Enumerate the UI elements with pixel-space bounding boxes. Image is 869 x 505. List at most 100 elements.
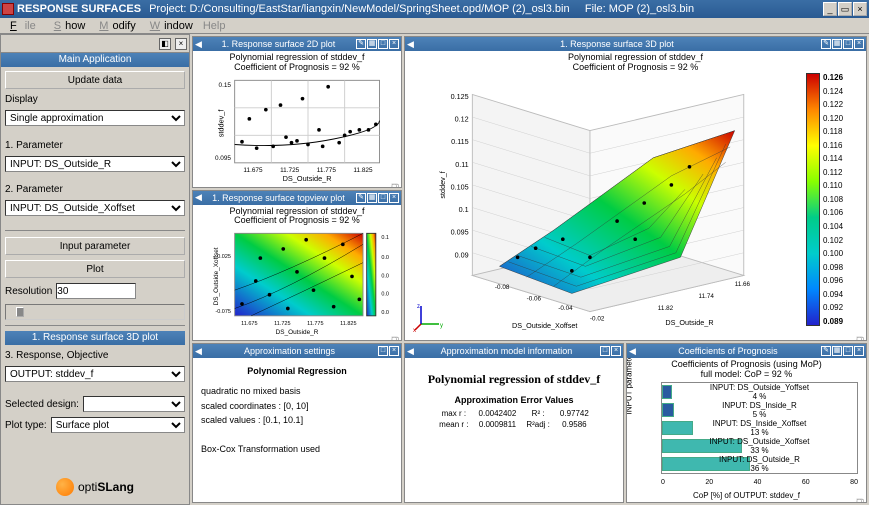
- svg-text:11.725: 11.725: [274, 321, 290, 327]
- pane-save-icon[interactable]: ▦: [832, 39, 842, 49]
- resolution-slider[interactable]: [5, 304, 185, 320]
- pane-max-icon[interactable]: □: [378, 193, 388, 203]
- title-text: Project: D:/Consulting/EastStar/liangxin…: [149, 3, 823, 15]
- pane-save-icon[interactable]: ▦: [832, 346, 842, 356]
- colorbar-tick: 0.124: [823, 87, 860, 96]
- pane-tool-icon[interactable]: ✎: [356, 39, 366, 49]
- colorbar-tick: 0.114: [823, 154, 860, 163]
- svg-text:11.775: 11.775: [317, 167, 337, 174]
- svg-text:-0.075: -0.075: [215, 309, 231, 315]
- coefficients-of-prognosis-pane: ◀Coefficients of Prognosis ✎▦□× Coeffici…: [626, 343, 867, 503]
- svg-text:DS_Outside_R: DS_Outside_R: [665, 318, 713, 327]
- menu-window[interactable]: Window: [142, 20, 197, 32]
- colorbar-tick: 0.120: [823, 114, 860, 123]
- pane-tool-icon[interactable]: ✎: [821, 39, 831, 49]
- param1-select[interactable]: INPUT: DS_Outside_R: [5, 156, 185, 172]
- pane-close-icon[interactable]: ×: [854, 39, 864, 49]
- resolution-input[interactable]: [56, 283, 136, 299]
- svg-text:x: x: [413, 328, 416, 332]
- close-button[interactable]: ×: [853, 2, 867, 16]
- pane-topview-title: 1. Response surface topview plot: [202, 193, 355, 203]
- cop-xlabel: CoP [%] of OUTPUT: stddev_f: [627, 491, 866, 500]
- approx-line: scaled coordinates : [0, 10]: [201, 399, 393, 413]
- pane-save-icon[interactable]: ▦: [367, 193, 377, 203]
- menu-help[interactable]: Help: [199, 20, 230, 32]
- response-surface-topview-pane: ◀1. Response surface topview plot ✎▦□× P…: [192, 190, 402, 342]
- axis-triad-icon: y z x: [413, 302, 443, 332]
- colorbar-tick: 0.102: [823, 236, 860, 245]
- axis-tick: 0: [661, 479, 665, 486]
- pane-close-icon[interactable]: ×: [389, 193, 399, 203]
- svg-text:0.1: 0.1: [459, 205, 469, 214]
- svg-text:11.675: 11.675: [243, 167, 263, 174]
- menu-show[interactable]: Show: [46, 20, 90, 32]
- colorbar-tick: 0.094: [823, 290, 860, 299]
- svg-text:11.825: 11.825: [340, 321, 356, 327]
- pane-close-icon[interactable]: ×: [611, 346, 621, 356]
- svg-text:0.0: 0.0: [381, 310, 389, 316]
- colorbar-tick: 0.106: [823, 208, 860, 217]
- menu-file[interactable]: File: [2, 20, 44, 32]
- pane-close-icon[interactable]: ×: [854, 346, 864, 356]
- cop-bar-label: INPUT: DS_Outside_Yoffset4 %: [662, 383, 857, 401]
- plot-2d-chart: stddev_f 0.095 0.15 11.675 11.725 11.775…: [193, 73, 401, 183]
- menu-modify[interactable]: Modify: [91, 20, 139, 32]
- pane-close-icon[interactable]: ×: [389, 346, 399, 356]
- input-parameter-button[interactable]: Input parameter: [5, 237, 185, 255]
- display-select[interactable]: Single approximation: [5, 110, 185, 126]
- svg-text:stddev_f: stddev_f: [438, 170, 447, 198]
- svg-text:0.12: 0.12: [455, 115, 469, 124]
- logo-text: optiSLang: [78, 480, 134, 494]
- close-panel-icon[interactable]: ×: [175, 38, 187, 50]
- colorbar-tick: 0.110: [823, 181, 860, 190]
- svg-text:0.115: 0.115: [451, 137, 469, 146]
- pane-max-icon[interactable]: □: [378, 39, 388, 49]
- menubar: File Show Modify Window Help: [0, 18, 869, 34]
- approx-line: quadratic no mixed basis: [201, 384, 393, 398]
- pane-max-icon[interactable]: □: [600, 346, 610, 356]
- sidebar: ◧ × Main Application Update data Display…: [0, 34, 190, 505]
- plot-type-select[interactable]: Surface plot: [51, 417, 185, 433]
- cop-bar-label: INPUT: DS_Inside_Xoffset13 %: [662, 419, 857, 437]
- selected-design-select[interactable]: [83, 396, 185, 412]
- update-data-button[interactable]: Update data: [5, 71, 185, 89]
- svg-text:DS_Outside_R: DS_Outside_R: [283, 174, 332, 183]
- pane-tool-icon[interactable]: ✎: [821, 346, 831, 356]
- colorbar-tick: 0.116: [823, 141, 860, 150]
- svg-text:11.725: 11.725: [280, 167, 300, 174]
- cop-bar-label: INPUT: DS_Outside_Xoffset33 %: [662, 437, 857, 455]
- plot-2d-title: Polynomial regression of stddev_fCoeffic…: [193, 51, 401, 73]
- sidebar-toolbar: ◧ ×: [1, 35, 189, 53]
- axis-tick: 80: [850, 479, 858, 486]
- cop-title: Coefficients of Prognosis (using MoP)ful…: [627, 358, 866, 380]
- titlebar-icon: [2, 3, 14, 15]
- plot-topview-title: Polynomial regression of stddev_fCoeffic…: [193, 205, 401, 227]
- param2-label: 2. Parameter: [5, 184, 185, 195]
- plot-topview-chart: 0.1 0.0 0.0 0.0 0.0 DS_Outside_Xoffset -…: [193, 226, 401, 336]
- maximize-button[interactable]: ▭: [838, 2, 852, 16]
- response-surface-2d-pane: ◀1. Response surface 2D plot ✎▦□× Polyno…: [192, 36, 402, 188]
- approx-heading: Polynomial Regression: [201, 364, 393, 378]
- watermark: optiSLang: [389, 183, 400, 187]
- pane-save-icon[interactable]: ▦: [367, 39, 377, 49]
- pane-max-icon[interactable]: □: [378, 346, 388, 356]
- response-select[interactable]: OUTPUT: stddev_f: [5, 366, 185, 382]
- svg-text:0.0: 0.0: [381, 292, 389, 298]
- svg-text:-0.02: -0.02: [590, 316, 605, 323]
- pane-max-icon[interactable]: □: [843, 346, 853, 356]
- plot-button[interactable]: Plot: [5, 260, 185, 278]
- svg-text:11.775: 11.775: [307, 321, 323, 327]
- undock-icon[interactable]: ◧: [159, 38, 171, 50]
- svg-text:0.11: 0.11: [455, 160, 469, 169]
- colorbar-tick: 0.108: [823, 195, 860, 204]
- pane-close-icon[interactable]: ×: [389, 39, 399, 49]
- minimize-button[interactable]: _: [823, 2, 837, 16]
- resolution-label: Resolution: [5, 286, 52, 297]
- watermark: optiSLang: [389, 336, 400, 340]
- plot-3d-chart: 0.1250.12 0.1150.11 0.1050.1 0.0950.09 s…: [409, 73, 789, 333]
- param2-select[interactable]: INPUT: DS_Outside_Xoffset: [5, 200, 185, 216]
- pane-tool-icon[interactable]: ✎: [356, 193, 366, 203]
- svg-text:DS_Outside_Xoffset: DS_Outside_Xoffset: [512, 321, 577, 330]
- svg-text:y: y: [440, 323, 443, 329]
- pane-max-icon[interactable]: □: [843, 39, 853, 49]
